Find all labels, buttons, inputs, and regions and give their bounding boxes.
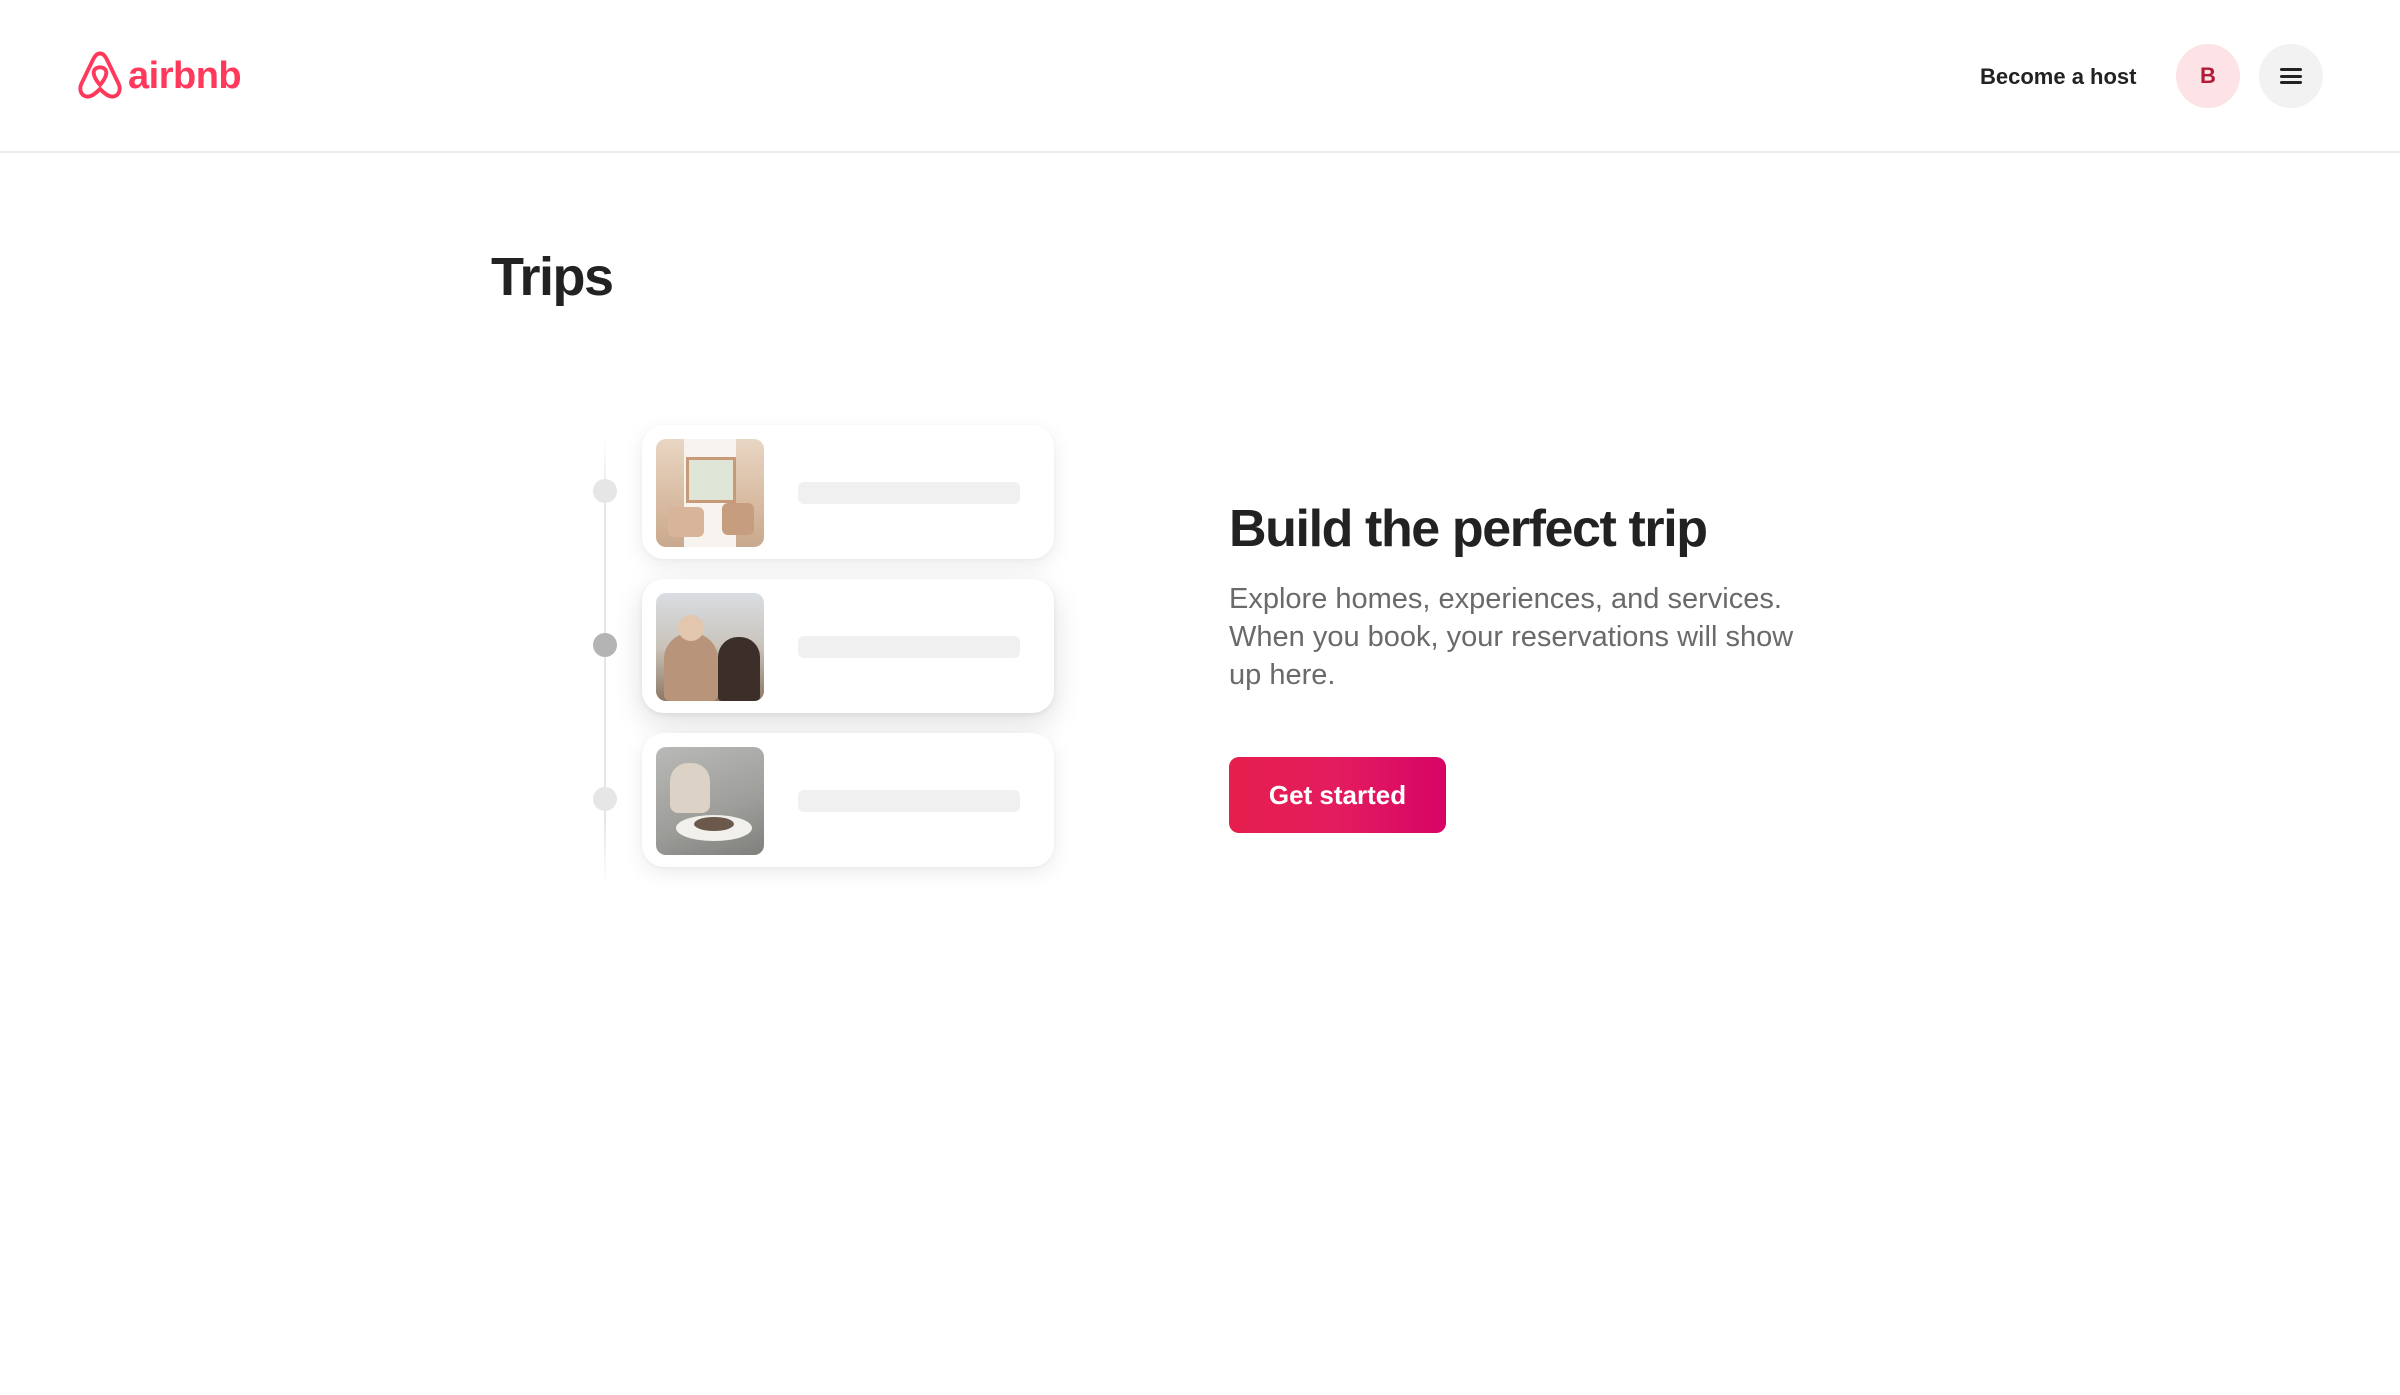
- user-avatar-button[interactable]: B: [2176, 44, 2240, 108]
- text-skeleton-bar: [798, 482, 1020, 504]
- timeline-dot-active: [593, 633, 617, 657]
- airbnb-logo[interactable]: airbnb: [76, 50, 242, 102]
- top-header: airbnb Become a host B: [0, 0, 2400, 153]
- text-skeleton-bar: [798, 790, 1020, 812]
- trip-card-placeholder: [642, 579, 1054, 713]
- trip-card-placeholder: [642, 733, 1054, 867]
- airbnb-wordmark: airbnb: [128, 55, 242, 97]
- trips-illustration: [580, 418, 1080, 898]
- page-title: Trips: [491, 247, 614, 307]
- hamburger-icon: [2280, 68, 2302, 84]
- timeline-dot: [593, 479, 617, 503]
- empty-state-title: Build the perfect trip: [1229, 500, 1708, 558]
- people-photo-icon: [656, 593, 764, 701]
- avatar-initial: B: [2200, 63, 2216, 88]
- trip-card-placeholder: [642, 425, 1054, 559]
- empty-state: Build the perfect trip Explore homes, ex…: [1229, 496, 1849, 833]
- become-a-host-link[interactable]: Become a host: [1960, 49, 2157, 105]
- main-menu-button[interactable]: [2259, 44, 2323, 108]
- airbnb-logo-icon: [78, 51, 122, 99]
- timeline-line: [604, 438, 606, 888]
- text-skeleton-bar: [798, 636, 1020, 658]
- empty-state-description: Explore homes, experiences, and services…: [1229, 583, 1794, 691]
- room-photo-icon: [656, 439, 764, 547]
- food-photo-icon: [656, 747, 764, 855]
- get-started-button[interactable]: Get started: [1229, 757, 1446, 833]
- timeline-dot: [593, 787, 617, 811]
